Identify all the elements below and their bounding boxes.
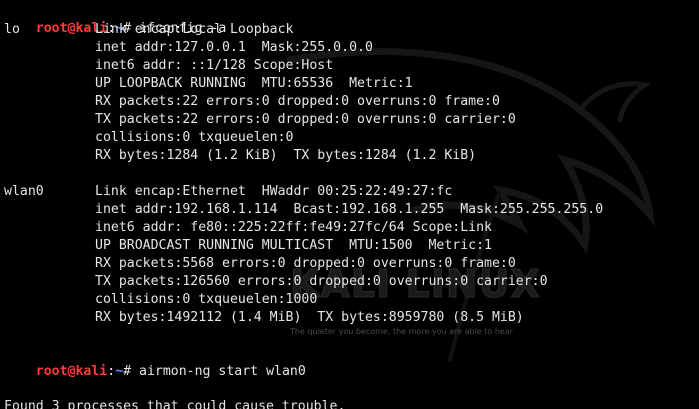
interface-detail-line: UP LOOPBACK RUNNING MTU:65536 Metric:1 [95,76,413,91]
kali-watermark-tagline: The quieter you become, the more you are… [290,327,514,336]
terminal-window[interactable]: KALI LINUX The quieter you become, the m… [0,0,699,409]
prompt-line-2: root@kali:~# airmon-ng start wlan0 [4,345,306,379]
interface-detail-line: Link encap:Ethernet HWaddr 00:25:22:49:2… [95,184,453,199]
interface-detail-line: inet addr:192.168.1.114 Bcast:192.168.1.… [95,202,604,217]
prompt-path: ~ [115,364,124,379]
interface-detail-line: inet6 addr: fe80::225:22ff:fe49:27fc/64 … [95,220,492,235]
prompt-symbol: # [123,364,132,379]
interface-detail-line: TX packets:126560 errors:0 dropped:0 ove… [95,274,548,289]
command-text: airmon-ng start wlan0 [131,364,306,379]
interface-name-lo: lo [4,22,20,37]
interface-detail-line: RX packets:22 errors:0 dropped:0 overrun… [95,94,500,109]
prompt-separator: : [107,364,116,379]
interface-detail-line: collisions:0 txqueuelen:1000 [95,292,318,307]
interface-detail-line: UP BROADCAST RUNNING MULTICAST MTU:1500 … [95,238,492,253]
interface-detail-line: collisions:0 txqueuelen:0 [95,130,294,145]
prompt-line-1: root@kali:~# ifconfig -a [4,2,227,36]
interface-detail-line: RX bytes:1492112 (1.4 MiB) TX bytes:8959… [95,310,524,325]
interface-detail-line: inet6 addr: ::1/128 Scope:Host [95,58,334,73]
prompt-user: root@kali [35,364,108,379]
interface-detail-line: TX packets:22 errors:0 dropped:0 overrun… [95,112,516,127]
interface-detail-line: RX bytes:1284 (1.2 KiB) TX bytes:1284 (1… [95,148,477,163]
interface-detail-line: inet addr:127.0.0.1 Mask:255.0.0.0 [95,40,373,55]
command-output-line: Found 3 processes that could cause troub… [4,399,346,409]
interface-name-wlan0: wlan0 [4,184,44,199]
interface-detail-line: Link encap:Local Loopback [95,22,294,37]
interface-detail-line: RX packets:5568 errors:0 dropped:0 overr… [95,256,516,271]
